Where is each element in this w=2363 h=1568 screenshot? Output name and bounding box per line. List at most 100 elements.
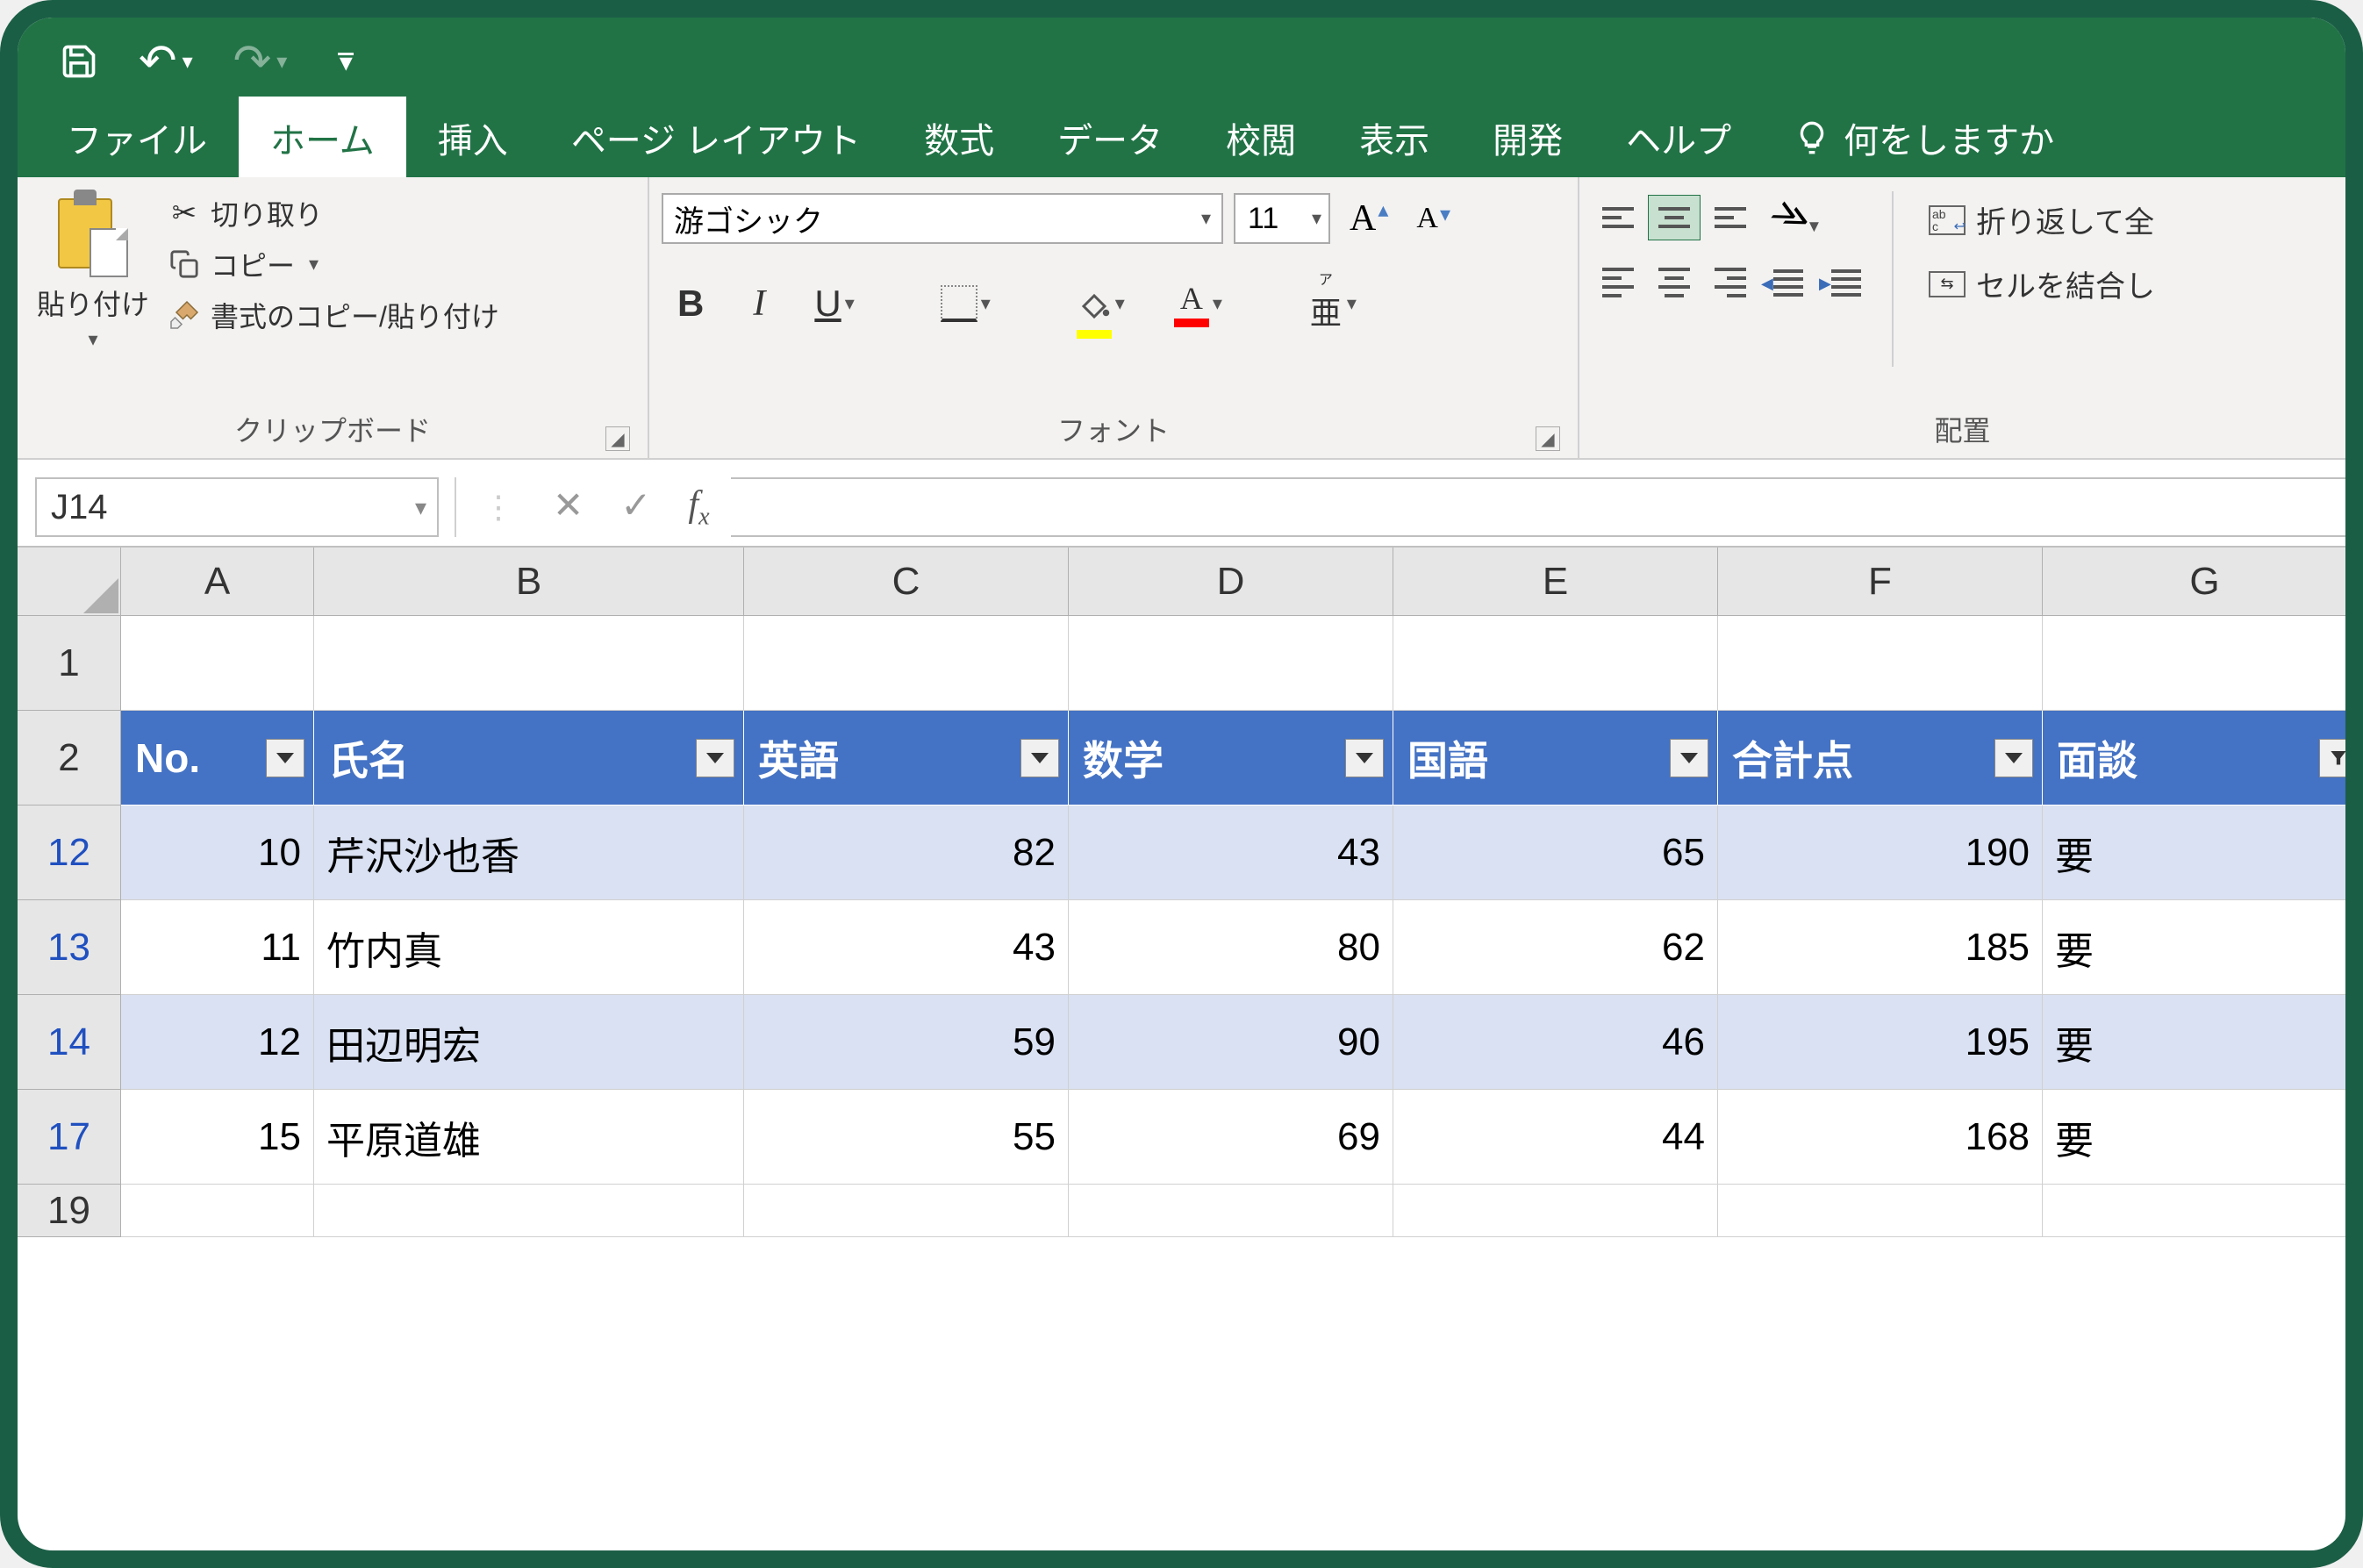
table-cell[interactable]: 185 — [1718, 900, 2043, 995]
undo-button[interactable]: ↶▾ — [123, 35, 209, 88]
table-cell[interactable]: 59 — [744, 995, 1069, 1090]
tell-me-box[interactable]: 何をしますか — [1763, 97, 2086, 177]
table-header-interview[interactable]: 面談 — [2043, 711, 2363, 805]
cell[interactable] — [1393, 1185, 1718, 1237]
table-cell[interactable]: 168 — [1718, 1090, 2043, 1185]
table-cell[interactable]: 田辺明宏 — [314, 995, 744, 1090]
tab-formulas[interactable]: 数式 — [892, 97, 1026, 177]
table-cell[interactable]: 90 — [1069, 995, 1393, 1090]
cancel-formula-icon[interactable]: ✕ — [553, 483, 584, 531]
tab-page-layout[interactable]: ページ レイアウト — [540, 97, 892, 177]
filter-button-no[interactable] — [266, 739, 304, 777]
table-cell[interactable]: 55 — [744, 1090, 1069, 1185]
cell[interactable] — [744, 1185, 1069, 1237]
table-header-total[interactable]: 合計点 — [1718, 711, 2043, 805]
table-cell[interactable]: 10 — [121, 805, 314, 900]
table-cell[interactable]: 要 — [2043, 900, 2363, 995]
table-cell[interactable]: 竹内真 — [314, 900, 744, 995]
borders-button[interactable]: ▾ — [925, 278, 1006, 329]
table-cell[interactable]: 195 — [1718, 995, 2043, 1090]
filter-button-interview[interactable] — [2319, 739, 2358, 777]
underline-button[interactable]: U▾ — [798, 276, 870, 332]
name-box-dropdown-icon[interactable]: ▾ — [415, 494, 426, 521]
italic-button[interactable]: I — [737, 276, 781, 332]
cell-b1[interactable] — [314, 616, 744, 711]
increase-indent-button[interactable]: ▶ — [1820, 260, 1872, 305]
filter-button-name[interactable] — [696, 739, 734, 777]
row-header[interactable]: 13 — [18, 900, 121, 995]
table-cell[interactable]: 12 — [121, 995, 314, 1090]
table-header-no[interactable]: No. — [121, 711, 314, 805]
tab-data[interactable]: データ — [1026, 97, 1194, 177]
insert-function-icon[interactable]: fx — [688, 483, 709, 531]
cut-button[interactable]: ✂ 切り取り — [167, 193, 499, 233]
table-cell[interactable]: 要 — [2043, 1090, 2363, 1185]
tab-review[interactable]: 校閲 — [1194, 97, 1328, 177]
table-resize-handle-icon[interactable] — [2356, 1173, 2363, 1185]
row-header[interactable]: 17 — [18, 1090, 121, 1185]
filter-button-total[interactable] — [1994, 739, 2033, 777]
table-cell[interactable]: 平原道雄 — [314, 1090, 744, 1185]
table-cell[interactable]: 芹沢沙也香 — [314, 805, 744, 900]
table-cell[interactable]: 62 — [1393, 900, 1718, 995]
table-cell[interactable]: 65 — [1393, 805, 1718, 900]
cell-c1[interactable] — [744, 616, 1069, 711]
column-header-a[interactable]: A — [121, 548, 314, 616]
align-left-button[interactable] — [1592, 260, 1644, 305]
table-cell[interactable]: 44 — [1393, 1090, 1718, 1185]
tab-view[interactable]: 表示 — [1328, 97, 1461, 177]
table-cell[interactable]: 80 — [1069, 900, 1393, 995]
row-header-2[interactable]: 2 — [18, 711, 121, 805]
filter-button-japanese[interactable] — [1670, 739, 1708, 777]
cell-e1[interactable] — [1393, 616, 1718, 711]
row-header-1[interactable]: 1 — [18, 616, 121, 711]
cell[interactable] — [1069, 1185, 1393, 1237]
table-cell[interactable]: 要 — [2043, 805, 2363, 900]
tab-home[interactable]: ホーム — [239, 97, 406, 177]
cell[interactable] — [2043, 1185, 2363, 1237]
table-cell[interactable]: 11 — [121, 900, 314, 995]
decrease-font-size-button[interactable]: A▾ — [1407, 202, 1459, 235]
orientation-button[interactable]: ≫▾ — [1757, 185, 1835, 250]
row-header[interactable]: 14 — [18, 995, 121, 1090]
column-header-b[interactable]: B — [314, 548, 744, 616]
table-header-name[interactable]: 氏名 — [314, 711, 744, 805]
font-name-combo[interactable]: 游ゴシック ▾ — [662, 193, 1223, 244]
cell-g1[interactable] — [2043, 616, 2363, 711]
decrease-indent-button[interactable]: ◀ — [1762, 260, 1815, 305]
enter-formula-icon[interactable]: ✓ — [620, 483, 651, 531]
column-header-c[interactable]: C — [744, 548, 1069, 616]
table-cell[interactable]: 15 — [121, 1090, 314, 1185]
table-cell[interactable]: 43 — [1069, 805, 1393, 900]
column-header-d[interactable]: D — [1069, 548, 1393, 616]
align-center-button[interactable] — [1648, 260, 1701, 305]
merge-center-button[interactable]: ⇆ セルを結合し — [1929, 262, 2155, 305]
table-header-english[interactable]: 英語 — [744, 711, 1069, 805]
fill-color-button[interactable]: ▾ — [1061, 279, 1141, 328]
tab-file[interactable]: ファイル — [35, 97, 239, 177]
row-header-19[interactable]: 19 — [18, 1185, 121, 1237]
filter-button-english[interactable] — [1020, 739, 1059, 777]
paste-button[interactable]: 貼り付け ▾ — [30, 186, 156, 404]
align-top-button[interactable] — [1592, 195, 1644, 240]
tab-insert[interactable]: 挿入 — [406, 97, 540, 177]
font-dialog-launcher-icon[interactable]: ◢ — [1536, 426, 1560, 451]
cell[interactable] — [121, 1185, 314, 1237]
table-cell[interactable]: 要 — [2043, 995, 2363, 1090]
cell[interactable] — [1718, 1185, 2043, 1237]
tab-help[interactable]: ヘルプ — [1594, 97, 1763, 177]
table-cell[interactable]: 46 — [1393, 995, 1718, 1090]
cell[interactable] — [314, 1185, 744, 1237]
redo-button[interactable]: ↷▾ — [218, 35, 304, 88]
table-cell[interactable]: 69 — [1069, 1090, 1393, 1185]
align-bottom-button[interactable] — [1704, 195, 1757, 240]
font-color-button[interactable]: A ▾ — [1158, 273, 1238, 334]
column-header-e[interactable]: E — [1393, 548, 1718, 616]
table-cell[interactable]: 82 — [744, 805, 1069, 900]
cell-d1[interactable] — [1069, 616, 1393, 711]
row-header[interactable]: 12 — [18, 805, 121, 900]
wrap-text-button[interactable]: 折り返して全 — [1929, 198, 2155, 241]
column-header-g[interactable]: G — [2043, 548, 2363, 616]
clipboard-dialog-launcher-icon[interactable]: ◢ — [605, 426, 630, 451]
select-all-corner[interactable] — [18, 548, 121, 616]
